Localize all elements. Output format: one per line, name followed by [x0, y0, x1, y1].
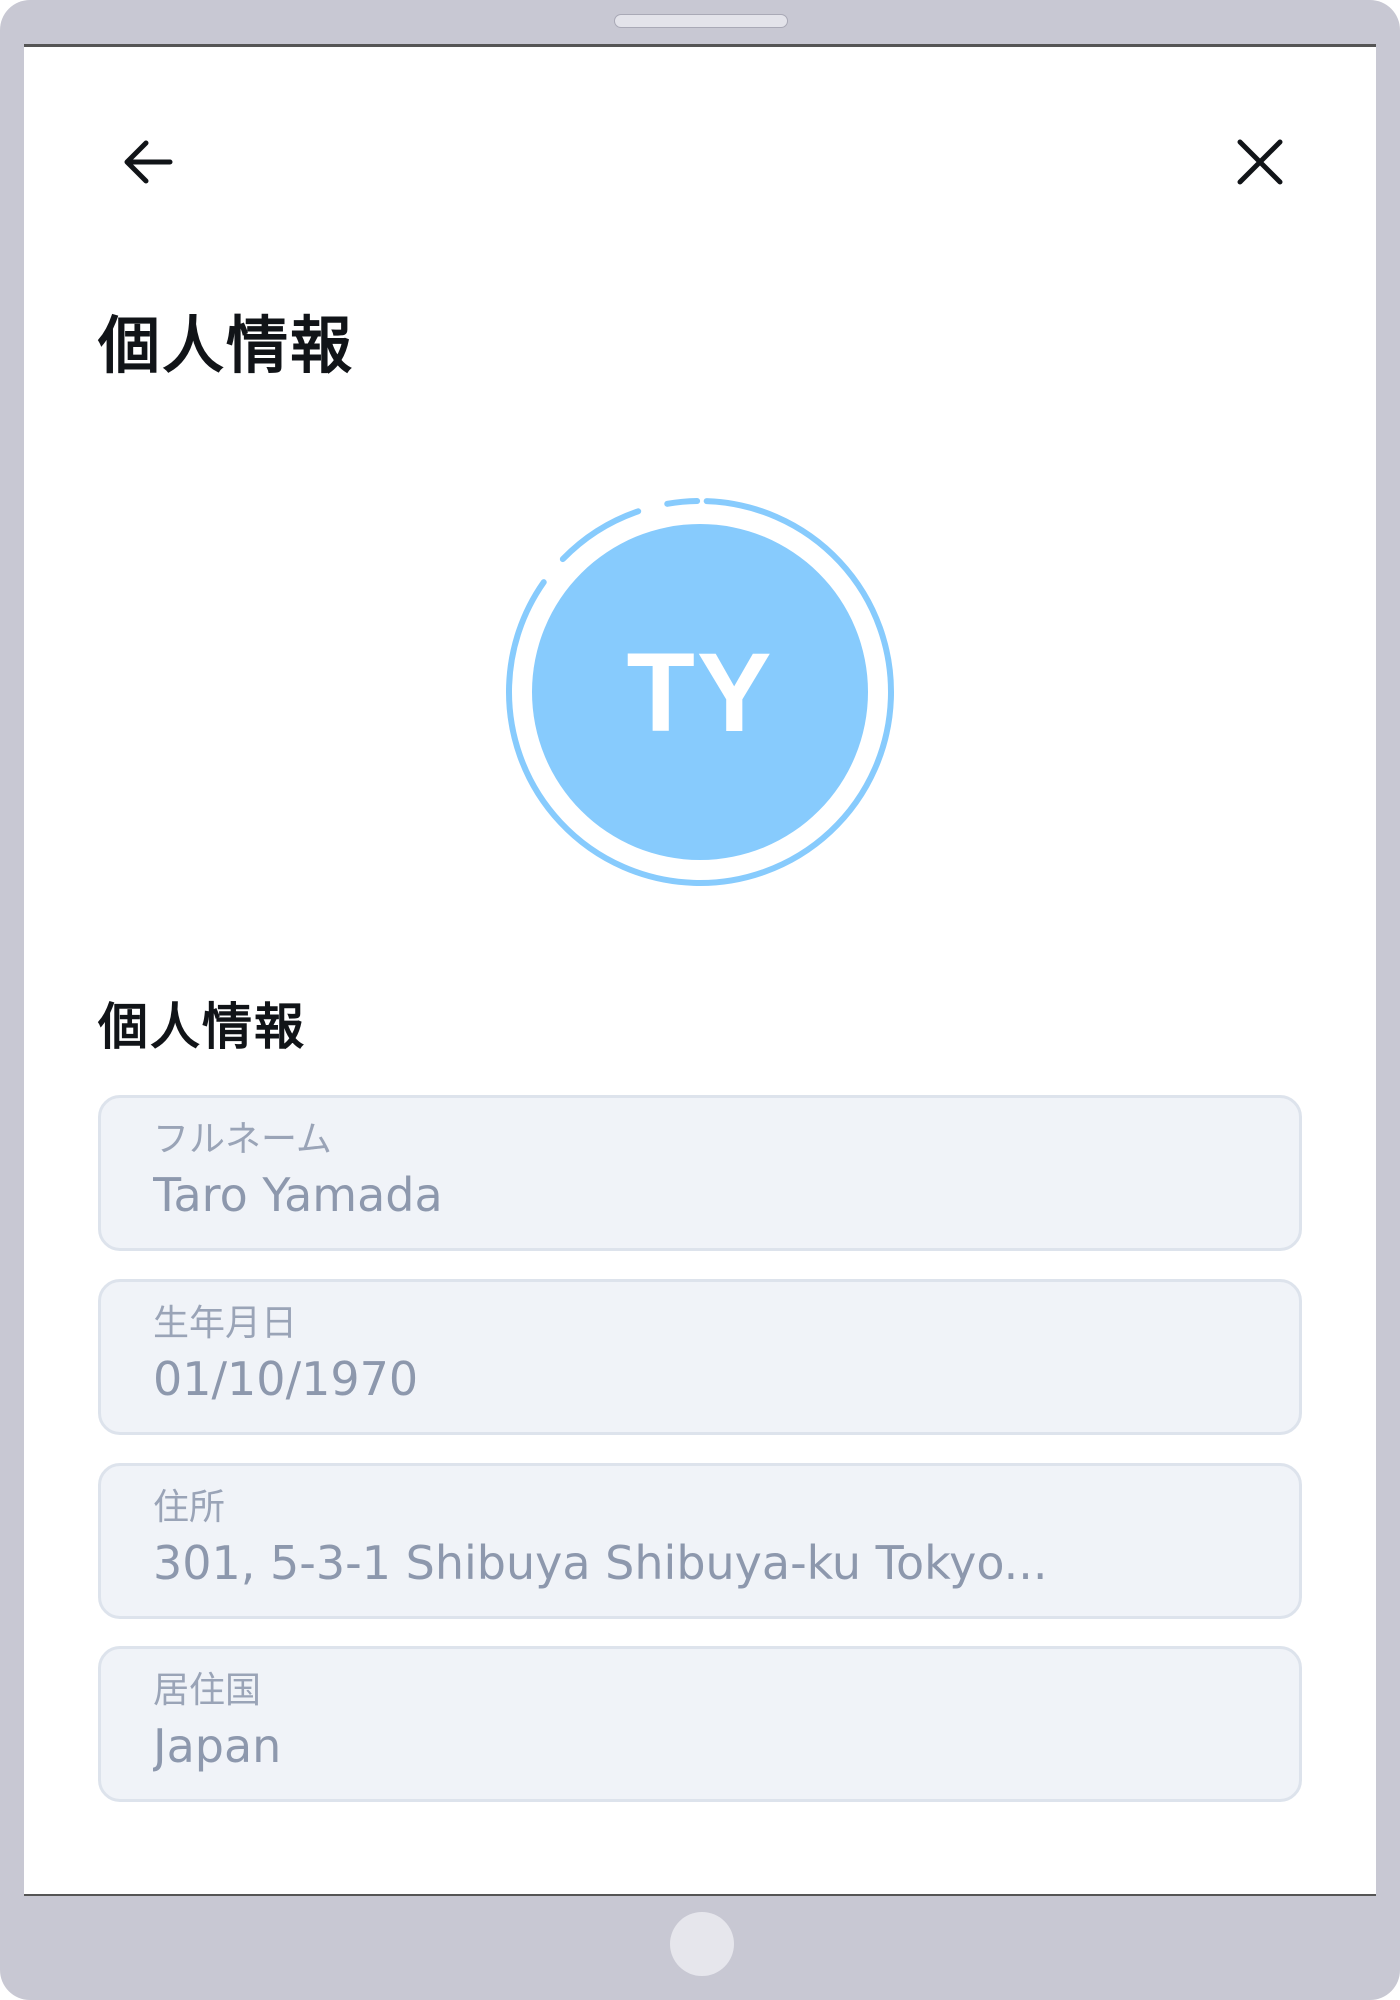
address-field[interactable]: 住所 301, 5-3-1 Shibuya Shibuya-ku Tokyo..…	[98, 1463, 1302, 1619]
field-label: 住所	[153, 1487, 226, 1528]
tablet-frame: 個人情報 TY 個人情報 フルネーム Taro Yamada 生年月日 01/1…	[0, 0, 1400, 2000]
close-button[interactable]	[1220, 122, 1300, 202]
field-label: 生年月日	[153, 1303, 298, 1344]
field-value: Taro Yamada	[153, 1168, 443, 1222]
app-screen: 個人情報 TY 個人情報 フルネーム Taro Yamada 生年月日 01/1…	[24, 44, 1376, 1896]
arrow-left-icon	[124, 140, 173, 184]
birth-date-field[interactable]: 生年月日 01/10/1970	[98, 1279, 1302, 1435]
back-button[interactable]	[108, 122, 188, 202]
home-button[interactable]	[670, 1912, 734, 1976]
country-of-residence-field[interactable]: 居住国 Japan	[98, 1646, 1302, 1802]
avatar-initials: TY	[626, 629, 774, 755]
field-value: 01/10/1970	[153, 1352, 419, 1406]
section-title: 個人情報	[98, 998, 306, 1056]
page-title: 個人情報	[98, 309, 355, 382]
field-value: 301, 5-3-1 Shibuya Shibuya-ku Tokyo...	[153, 1536, 1048, 1590]
close-icon	[1237, 139, 1283, 185]
speaker-grille	[614, 14, 788, 28]
avatar: TY	[532, 524, 868, 860]
avatar-container[interactable]: TY	[502, 494, 898, 890]
field-label: フルネーム	[153, 1119, 332, 1160]
field-value: Japan	[153, 1719, 282, 1773]
full-name-field[interactable]: フルネーム Taro Yamada	[98, 1095, 1302, 1251]
field-label: 居住国	[153, 1670, 262, 1711]
